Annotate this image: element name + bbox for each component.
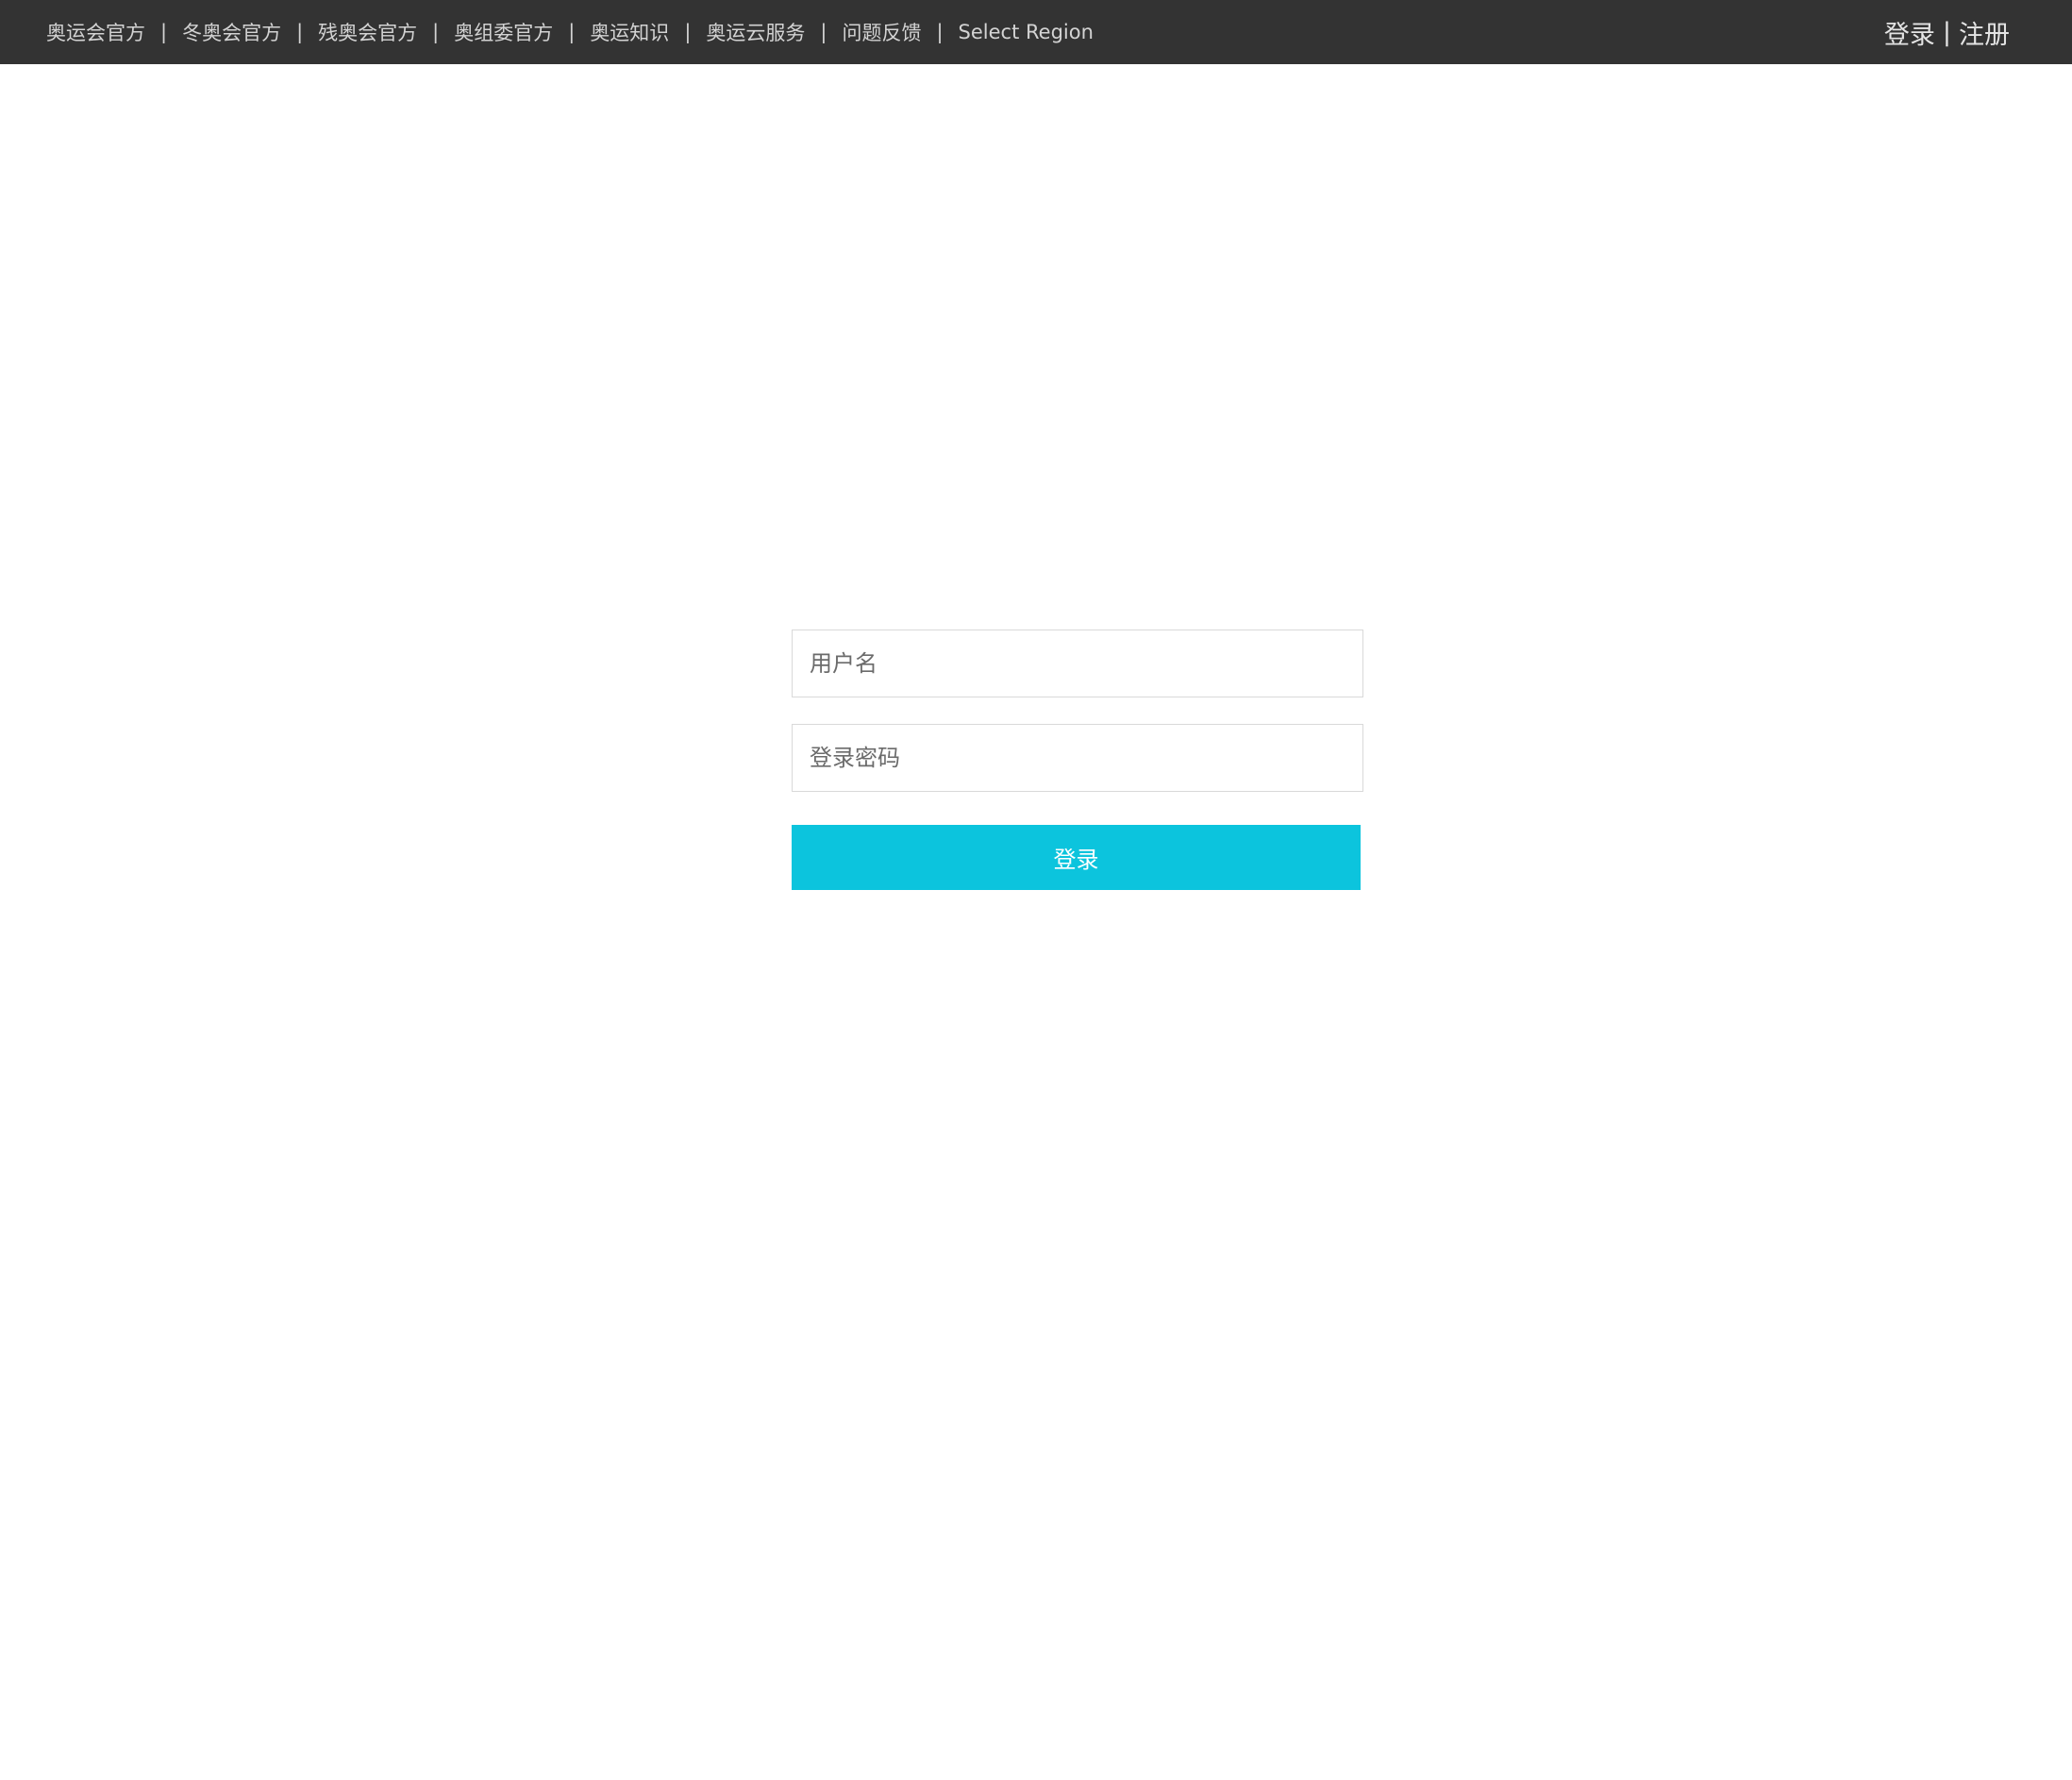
nav-link-winter-olympics-official[interactable]: 冬奥会官方 <box>182 18 281 46</box>
nav-link-olympic-knowledge[interactable]: 奥运知识 <box>590 18 669 46</box>
header-register-link[interactable]: 注册 <box>1959 14 2010 51</box>
login-submit-button[interactable]: 登录 <box>792 825 1361 890</box>
site-links-nav: 奥运会官方 | 冬奥会官方 | 残奥会官方 | 奥组委官方 | 奥运知识 | 奥… <box>46 0 1094 64</box>
nav-separator: | <box>684 21 692 43</box>
nav-separator: | <box>568 21 576 43</box>
nav-link-feedback[interactable]: 问题反馈 <box>842 18 921 46</box>
top-navigation-bar: 奥运会官方 | 冬奥会官方 | 残奥会官方 | 奥组委官方 | 奥运知识 | 奥… <box>0 0 2072 64</box>
nav-separator: | <box>432 21 440 43</box>
nav-link-olympics-official[interactable]: 奥运会官方 <box>46 18 145 46</box>
nav-separator: | <box>936 21 944 43</box>
auth-separator: | <box>1942 17 1951 47</box>
nav-link-organizing-committee-official[interactable]: 奥组委官方 <box>454 18 553 46</box>
nav-link-paralympics-official[interactable]: 残奥会官方 <box>318 18 417 46</box>
nav-separator: | <box>160 21 168 43</box>
auth-links: 登录 | 注册 <box>1884 0 2010 64</box>
header-login-link[interactable]: 登录 <box>1884 14 1935 51</box>
username-input[interactable] <box>792 630 1363 697</box>
login-form: 登录 <box>792 630 1363 890</box>
nav-separator: | <box>820 21 827 43</box>
nav-link-select-region[interactable]: Select Region <box>959 21 1094 43</box>
nav-link-olympic-cloud-services[interactable]: 奥运云服务 <box>706 18 805 46</box>
nav-separator: | <box>296 21 304 43</box>
password-input[interactable] <box>792 724 1363 792</box>
